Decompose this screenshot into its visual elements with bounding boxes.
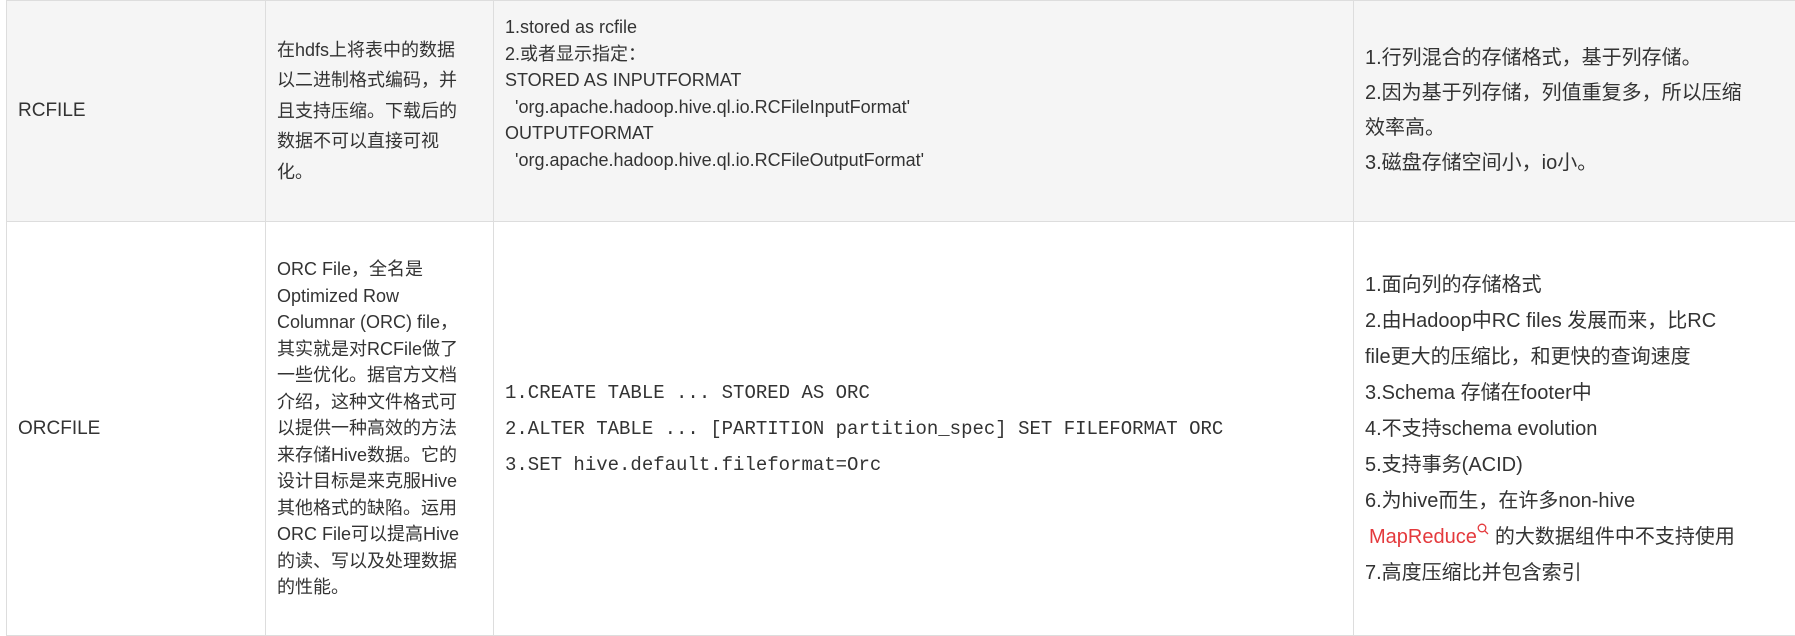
feature-line: 7.高度压缩比并包含索引 [1365, 555, 1795, 591]
usage-line: 2.或者显示指定： [505, 41, 1353, 68]
description-line: Optimized Row [277, 283, 479, 310]
description-line: 以二进制格式编码，并 [277, 65, 479, 96]
description-line: 且支持压缩。下载后的 [277, 96, 479, 127]
format-usage-cell: 1.stored as rcfile 2.或者显示指定： STORED AS I… [494, 1, 1354, 222]
description-line: 化。 [277, 157, 479, 188]
description-line: 其实就是对RCFile做了 [277, 336, 479, 363]
feature-line: 2.因为基于列存储，列值重复多，所以压缩 [1365, 76, 1795, 111]
code-line: 1.CREATE TABLE ... STORED AS ORC [505, 375, 1353, 411]
feature-line: 1.面向列的存储格式 [1365, 267, 1795, 303]
search-icon[interactable] [1477, 511, 1489, 523]
usage-line: 1.stored as rcfile [505, 14, 1353, 41]
format-name: RCFILE [18, 100, 86, 121]
usage-line: OUTPUTFORMAT [505, 120, 1353, 147]
feature-line: 5.支持事务(ACID) [1365, 447, 1795, 483]
feature-line: 4.不支持schema evolution [1365, 411, 1795, 447]
format-description-cell: ORC File，全名是 Optimized Row Columnar (ORC… [266, 222, 494, 636]
feature-line-tail: 的大数据组件中不支持使用 [1495, 526, 1735, 548]
format-name-cell: ORCFILE [7, 222, 266, 636]
description-line: 数据不可以直接可视 [277, 126, 479, 157]
format-usage-cell: 1.CREATE TABLE ... STORED AS ORC 2.ALTER… [494, 222, 1354, 636]
format-features-cell: 1.面向列的存储格式 2.由Hadoop中RC files 发展而来，比RC f… [1354, 222, 1795, 636]
description-line: 的读、写以及处理数据 [277, 548, 479, 575]
table-row-orcfile: ORCFILE ORC File，全名是 Optimized Row Colum… [7, 222, 1795, 636]
feature-line: file更大的压缩比，和更快的查询速度 [1365, 339, 1795, 375]
format-features-cell: 1.行列混合的存储格式，基于列存储。 2.因为基于列存储，列值重复多，所以压缩 … [1354, 1, 1795, 222]
feature-line: 1.行列混合的存储格式，基于列存储。 [1365, 41, 1795, 76]
description-line: 在hdfs上将表中的数据 [277, 35, 479, 66]
feature-line-with-link: MapReduce 的大数据组件中不支持使用 [1365, 519, 1795, 555]
usage-line: 'org.apache.hadoop.hive.ql.io.RCFileOutp… [505, 147, 1353, 174]
table-row-rcfile: RCFILE 在hdfs上将表中的数据 以二进制格式编码，并 且支持压缩。下载后… [7, 1, 1795, 222]
feature-line: 效率高。 [1365, 111, 1795, 146]
feature-line: 2.由Hadoop中RC files 发展而来，比RC [1365, 303, 1795, 339]
description-line: 介绍，这种文件格式可 [277, 389, 479, 416]
code-line: 2.ALTER TABLE ... [PARTITION partition_s… [505, 411, 1353, 447]
description-line: 以提供一种高效的方法 [277, 415, 479, 442]
feature-line: 3.Schema 存储在footer中 [1365, 375, 1795, 411]
mapreduce-link[interactable]: MapReduce [1365, 526, 1477, 548]
format-description-cell: 在hdfs上将表中的数据 以二进制格式编码，并 且支持压缩。下载后的 数据不可以… [266, 1, 494, 222]
feature-line: 6.为hive而生，在许多non-hive [1365, 483, 1795, 519]
description-line: Columnar (ORC) file， [277, 309, 479, 336]
usage-line: 'org.apache.hadoop.hive.ql.io.RCFileInpu… [505, 94, 1353, 121]
description-line: 设计目标是来克服Hive [277, 468, 479, 495]
description-line: 一些优化。据官方文档 [277, 362, 479, 389]
hive-storage-format-table: RCFILE 在hdfs上将表中的数据 以二进制格式编码，并 且支持压缩。下载后… [6, 0, 1795, 636]
feature-line: 3.磁盘存储空间小，io小。 [1365, 146, 1795, 181]
description-line: 来存储Hive数据。它的 [277, 442, 479, 469]
format-name-cell: RCFILE [7, 1, 266, 222]
description-line: ORC File，全名是 [277, 256, 479, 283]
format-name: ORCFILE [18, 418, 100, 439]
description-line: 其他格式的缺陷。运用 [277, 495, 479, 522]
description-line: 的性能。 [277, 574, 479, 601]
description-line: ORC File可以提高Hive [277, 521, 479, 548]
usage-line: STORED AS INPUTFORMAT [505, 67, 1353, 94]
code-line: 3.SET hive.default.fileformat=Orc [505, 447, 1353, 483]
